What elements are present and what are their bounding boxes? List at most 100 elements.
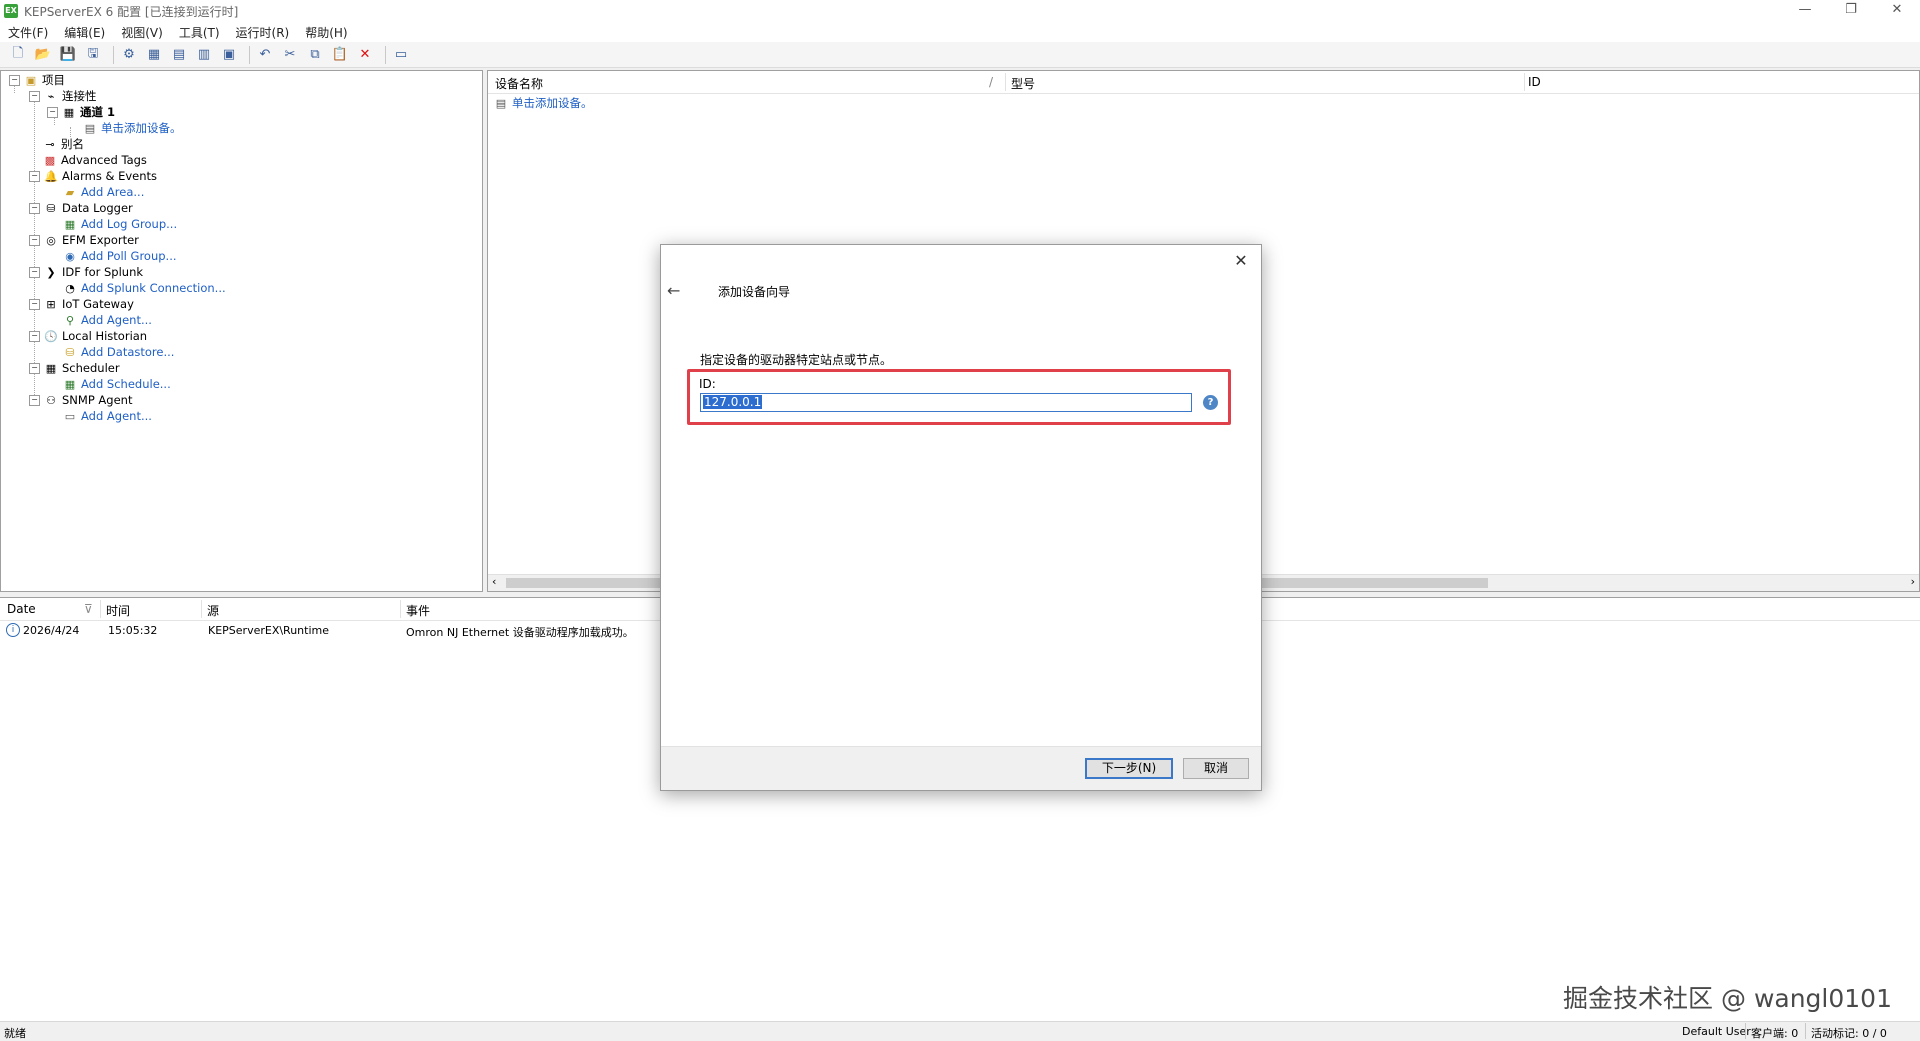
tree-item-add-agent-iot[interactable]: ⚲ Add Agent... <box>63 312 152 328</box>
paste-icon[interactable]: 📋 <box>330 45 350 65</box>
collapse-icon[interactable]: − <box>47 106 58 118</box>
tree-label: IDF for Splunk <box>62 265 144 279</box>
open-icon[interactable]: 📂 <box>33 45 53 65</box>
column-divider[interactable] <box>201 600 202 618</box>
collapse-icon[interactable]: − <box>9 74 20 86</box>
sort-indicator-icon: / <box>989 75 994 89</box>
column-divider[interactable] <box>100 600 101 618</box>
help-icon[interactable]: ? <box>1203 395 1218 410</box>
menu-file[interactable]: 文件(F) <box>0 24 56 41</box>
tree-link[interactable]: Add Log Group... <box>81 217 177 231</box>
tree-item-add-splunk[interactable]: ◔ Add Splunk Connection... <box>63 280 226 296</box>
tree-item-channel[interactable]: − ▦ 通道 1 <box>47 104 115 120</box>
tree-item-add-log-group[interactable]: ▦ Add Log Group... <box>63 216 177 232</box>
collapse-icon[interactable]: − <box>29 330 40 342</box>
new-channel-icon[interactable]: ⚙ <box>119 45 139 65</box>
collapse-icon[interactable]: − <box>29 202 40 214</box>
tree-link[interactable]: Add Area... <box>81 185 144 199</box>
tree-item-efm-exporter[interactable]: − ◎ EFM Exporter <box>29 232 139 248</box>
collapse-icon[interactable]: − <box>29 298 40 310</box>
menu-edit[interactable]: 编辑(E) <box>56 24 113 41</box>
column-divider[interactable] <box>1005 73 1006 91</box>
new-device-icon[interactable]: ▦ <box>144 45 164 65</box>
cut-icon[interactable]: ✂ <box>280 45 300 65</box>
column-id[interactable]: ID <box>1528 75 1541 89</box>
tree-link[interactable]: Add Agent... <box>81 409 152 423</box>
tree-link[interactable]: Add Poll Group... <box>81 249 177 263</box>
menu-view[interactable]: 视图(V) <box>113 24 171 41</box>
tree-item-add-poll-group[interactable]: ◉ Add Poll Group... <box>63 248 177 264</box>
toolbar-separator <box>249 45 250 64</box>
tree-link[interactable]: Add Splunk Connection... <box>81 281 226 295</box>
tree-item-add-area[interactable]: ▰ Add Area... <box>63 184 145 200</box>
tree-link[interactable]: Add Agent... <box>81 313 152 327</box>
tree-item-idf-splunk[interactable]: − ❯ IDF for Splunk <box>29 264 143 280</box>
tree-item-snmp-agent[interactable]: − ⚇ SNMP Agent <box>29 392 132 408</box>
filter-icon[interactable]: ⊽ <box>84 602 93 616</box>
new-tag-icon[interactable]: ▤ <box>169 45 189 65</box>
column-divider[interactable] <box>1524 73 1525 91</box>
properties-icon[interactable]: ▣ <box>219 45 239 65</box>
tree-item-add-schedule[interactable]: ▦ Add Schedule... <box>63 376 171 392</box>
menu-runtime[interactable]: 运行时(R) <box>228 24 298 41</box>
column-time[interactable]: 时间 <box>106 602 130 619</box>
collapse-icon[interactable]: − <box>29 362 40 374</box>
undo-icon[interactable]: ↶ <box>255 45 275 65</box>
tree-item-iot-gateway[interactable]: − ⊞ IoT Gateway <box>29 296 134 312</box>
cancel-button[interactable]: 取消 <box>1183 758 1249 779</box>
log-date: 2026/4/24 <box>23 624 80 637</box>
toolbar: 🗋 📂 💾 🖫 ⚙ ▦ ▤ ▥ ▣ ↶ ✂ ⧉ 📋 ✕ ▭ <box>0 42 1920 68</box>
close-window-button[interactable]: ✕ <box>1874 0 1920 22</box>
back-arrow-icon[interactable]: ← <box>667 281 680 300</box>
tree-item-add-agent-snmp[interactable]: ▭ Add Agent... <box>63 408 152 424</box>
column-model[interactable]: 型号 <box>1011 75 1035 92</box>
restore-button[interactable]: ❐ <box>1828 0 1874 22</box>
device-id-input[interactable]: 127.0.0.1 <box>700 393 1192 412</box>
tree-link[interactable]: Add Datastore... <box>81 345 174 359</box>
copy-icon[interactable]: ⧉ <box>305 45 325 65</box>
menu-tools[interactable]: 工具(T) <box>171 24 228 41</box>
tree-item-connectivity[interactable]: − ⌁ 连接性 <box>29 88 97 104</box>
list-item-add-device[interactable]: ▤ 单击添加设备。 <box>494 95 593 111</box>
advanced-tags-icon: ▩ <box>44 153 56 167</box>
tree-label: Scheduler <box>62 361 120 375</box>
collapse-icon[interactable]: − <box>29 266 40 278</box>
menu-help[interactable]: 帮助(H) <box>297 24 355 41</box>
project-folder-icon: ▣ <box>25 73 37 87</box>
column-divider[interactable] <box>400 600 401 618</box>
tree-item-data-logger[interactable]: − ⛁ Data Logger <box>29 200 133 216</box>
collapse-icon[interactable]: − <box>29 170 40 182</box>
tree-item-add-datastore[interactable]: ⛁ Add Datastore... <box>63 344 174 360</box>
new-tag-group-icon[interactable]: ▥ <box>194 45 214 65</box>
scroll-right-icon[interactable]: › <box>1911 575 1915 588</box>
quick-client-icon[interactable]: ▭ <box>391 45 411 65</box>
delete-icon[interactable]: ✕ <box>355 45 375 65</box>
column-source[interactable]: 源 <box>207 602 219 619</box>
collapse-icon[interactable]: − <box>29 90 40 102</box>
area-icon: ▰ <box>65 185 75 199</box>
tree-link[interactable]: Add Schedule... <box>81 377 171 391</box>
scroll-left-icon[interactable]: ‹ <box>492 575 496 588</box>
add-device-link[interactable]: 单击添加设备。 <box>512 95 593 111</box>
column-event[interactable]: 事件 <box>406 602 430 619</box>
new-project-icon[interactable]: 🗋 <box>8 45 28 65</box>
close-icon[interactable]: ✕ <box>1231 251 1251 271</box>
connectivity-icon: ⌁ <box>47 89 55 103</box>
collapse-icon[interactable]: − <box>29 234 40 246</box>
tree-item-alarms-events[interactable]: − 🔔 Alarms & Events <box>29 168 157 184</box>
tree-item-local-historian[interactable]: − 🕓 Local Historian <box>29 328 147 344</box>
iot-gateway-icon: ⊞ <box>46 297 56 311</box>
save-as-icon[interactable]: 🖫 <box>83 45 103 65</box>
tree-item-project[interactable]: − ▣ 项目 <box>9 72 65 88</box>
tree-item-advanced-tags[interactable]: ▩ Advanced Tags <box>43 152 147 168</box>
minimize-button[interactable]: — <box>1782 0 1828 22</box>
next-button[interactable]: 下一步(N) <box>1085 758 1173 779</box>
column-date[interactable]: Date <box>7 602 36 616</box>
tree-item-add-device[interactable]: ▤ 单击添加设备。 <box>83 120 182 136</box>
save-icon[interactable]: 💾 <box>58 45 78 65</box>
collapse-icon[interactable]: − <box>29 394 40 406</box>
tree-item-aliases[interactable]: ⊸ 别名 <box>43 136 84 152</box>
tree-link[interactable]: 单击添加设备。 <box>101 120 182 136</box>
tree-item-scheduler[interactable]: − ▦ Scheduler <box>29 360 120 376</box>
column-device-name[interactable]: 设备名称 <box>495 75 543 92</box>
